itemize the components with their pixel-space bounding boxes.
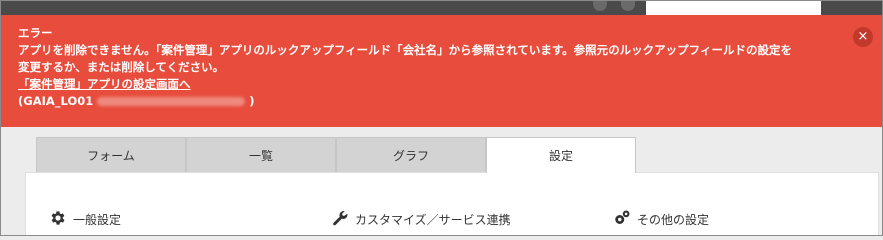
header-bar [1,1,882,15]
error-title: エラー [18,26,53,40]
gear-icon [51,211,65,225]
header-icon[interactable] [593,1,607,11]
tab-list[interactable]: 一覧 [186,137,336,172]
general-settings-label: 一般設定 [73,213,122,227]
tab-graph[interactable]: グラフ [336,137,486,172]
header-icon[interactable] [621,1,635,11]
customize-label: カスタマイズ／サービス連携 [355,213,511,227]
other-settings-label: その他の設定 [637,213,710,227]
error-code: (GAIA_LO01 [18,94,94,108]
redacted-text [97,97,246,106]
tab-form[interactable]: フォーム [36,137,186,172]
wrench-icon [333,211,348,226]
gears-icon [615,210,630,224]
app-window: エラー アプリを削除できません。「案件管理」アプリのルックアップフィールド「会社… [0,0,883,236]
error-line-2: 変更するか、または削除してください。 [18,60,225,74]
settings-panel: 一般設定 カスタマイズ／サービス連携 その他の設定 [25,172,879,235]
error-code-end: ) [249,94,255,108]
search-input[interactable] [646,1,821,15]
error-message: エラー アプリを削除できません。「案件管理」アプリのルックアップフィールド「会社… [18,25,836,110]
error-code-line: (GAIA_LO01) [18,93,836,110]
tab-settings[interactable]: 設定 [486,137,636,173]
error-banner: エラー アプリを削除できません。「案件管理」アプリのルックアップフィールド「会社… [1,15,882,127]
settings-link[interactable]: 「案件管理」アプリの設定画面へ [18,77,191,91]
close-button[interactable]: × [853,27,873,47]
close-icon: × [857,29,869,44]
error-line-1: アプリを削除できません。「案件管理」アプリのルックアップフィールド「会社名」から… [18,43,792,57]
